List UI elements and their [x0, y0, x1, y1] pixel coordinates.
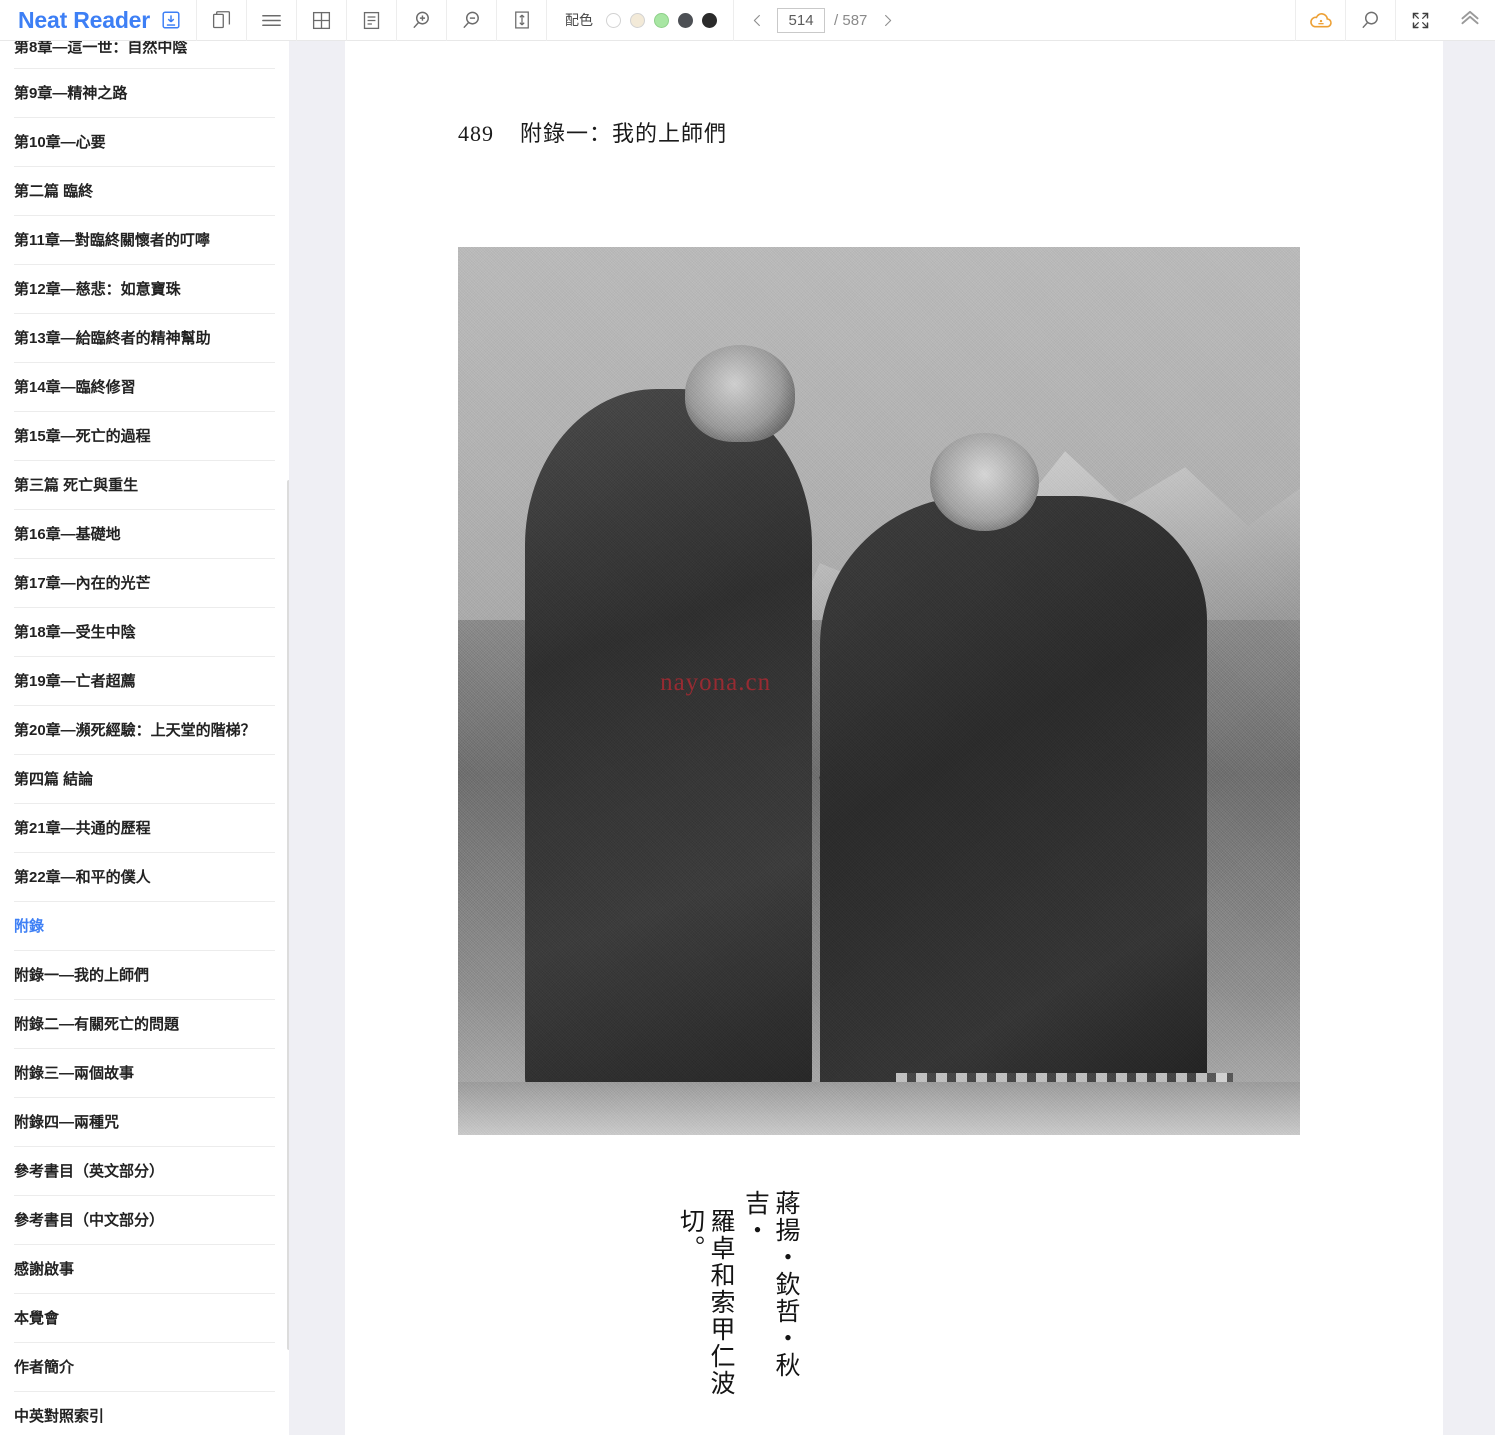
sidebar-item-label: 感謝啟事	[14, 1261, 75, 1278]
sidebar-item-label: 第22章—和平的僕人	[14, 869, 151, 886]
sidebar-item-label: 附錄四—兩種咒	[14, 1114, 120, 1131]
sidebar-item-label: 第三篇 死亡與重生	[14, 477, 139, 494]
sidebar-item[interactable]: 感謝啟事	[0, 1245, 289, 1294]
sidebar-item-label: 參考書目（中文部分）	[14, 1212, 165, 1229]
sidebar-item[interactable]: 第三篇 死亡與重生	[0, 461, 289, 510]
sidebar-item[interactable]: 附錄四—兩種咒	[0, 1098, 289, 1147]
sidebar-item-label: 第17章—內在的光芒	[14, 575, 151, 592]
color-swatch-white[interactable]	[606, 12, 622, 28]
sidebar-item[interactable]: 中英對照索引	[0, 1392, 289, 1435]
running-head-title: 附錄一：我的上師們	[520, 121, 728, 146]
color-swatch-gray[interactable]	[678, 12, 694, 28]
sidebar-item-label: 第10章—心要	[14, 134, 106, 151]
sidebar-item[interactable]: 第19章—亡者超薦	[0, 657, 289, 706]
sidebar-item[interactable]: 第8章—這一世：自然中陰	[0, 41, 289, 69]
sidebar-item[interactable]: 第四篇 結論	[0, 755, 289, 804]
sidebar-item[interactable]: 附錄二—有關死亡的問題	[0, 1000, 289, 1049]
sidebar-item-label: 第16章—基礎地	[14, 526, 121, 543]
sidebar-item-label: 第8章—這一世：自然中陰	[14, 41, 188, 56]
cloud-sync-icon[interactable]	[1295, 0, 1345, 41]
sidebar-item[interactable]: 附錄一—我的上師們	[0, 951, 289, 1000]
sidebar-item[interactable]: 第16章—基礎地	[0, 510, 289, 559]
sidebar-item-label: 作者簡介	[14, 1359, 75, 1376]
color-theme-label: 配色	[565, 12, 594, 28]
page-total-label: / 587	[834, 11, 868, 29]
sidebar-item-label: 第15章—死亡的過程	[14, 428, 151, 445]
sidebar-item-label: 第12章—慈悲：如意寶珠	[14, 281, 181, 298]
sidebar-item-label: 本覺會	[14, 1310, 60, 1327]
sidebar-item[interactable]: 第11章—對臨終關懷者的叮嚀	[0, 216, 289, 265]
collapse-up-icon[interactable]	[1445, 0, 1495, 41]
sidebar-item-label: 附錄	[14, 918, 45, 935]
sidebar-item[interactable]: 第10章—心要	[0, 118, 289, 167]
sidebar-item[interactable]: 第21章—共通的歷程	[0, 804, 289, 853]
fit-height-icon[interactable]	[496, 0, 546, 41]
sidebar-item[interactable]: 附錄三—兩個故事	[0, 1049, 289, 1098]
table-of-contents-sidebar[interactable]: 第8章—這一世：自然中陰 第9章—精神之路 第10章—心要 第二篇 臨終第11章—對臨…	[0, 41, 289, 1435]
sidebar-item[interactable]: 附錄	[0, 902, 289, 951]
chevron-right-icon[interactable]	[876, 7, 898, 33]
sidebar-item[interactable]: 第22章—和平的僕人	[0, 853, 289, 902]
zoom-in-icon[interactable]	[396, 0, 446, 41]
figure-caption: 蔣揚・欽哲・秋吉・ 羅卓和索甲仁波切。	[345, 1190, 800, 1435]
sidebar-item[interactable]: 參考書目（英文部分）	[0, 1147, 289, 1196]
search-icon[interactable]	[1345, 0, 1395, 41]
sidebar-item-label: 附錄二—有關死亡的問題	[14, 1016, 180, 1033]
zoom-out-icon[interactable]	[446, 0, 496, 41]
sidebar-item-label: 第四篇 結論	[14, 771, 94, 788]
sidebar-item[interactable]: 參考書目（中文部分）	[0, 1196, 289, 1245]
sidebar-item-label: 第20章—瀕死經驗：上天堂的階梯？	[14, 722, 256, 739]
color-swatch-green[interactable]	[654, 12, 670, 28]
sidebar-item-label: 附錄三—兩個故事	[14, 1065, 135, 1082]
page-number-input[interactable]	[777, 7, 826, 33]
sidebar-item[interactable]: 本覺會	[0, 1294, 289, 1343]
running-head: 489 附錄一：我的上師們	[458, 116, 1443, 148]
sidebar-item[interactable]: 作者簡介	[0, 1343, 289, 1392]
sidebar-item[interactable]: 第18章—受生中陰	[0, 608, 289, 657]
sidebar-item-label: 第19章—亡者超薦	[14, 673, 136, 690]
color-theme-group: 配色	[546, 0, 733, 41]
library-icon[interactable]	[196, 0, 246, 41]
sidebar-item[interactable]: 第20章—瀕死經驗：上天堂的階梯？	[0, 706, 289, 755]
figure-container: nayona.cn	[458, 247, 1300, 1135]
sidebar-item-label: 第二篇 臨終	[14, 183, 94, 200]
page-number-label: 489	[458, 121, 494, 146]
figure-caption-line-1: 蔣揚・欽哲・秋吉・	[741, 1190, 800, 1379]
fullscreen-icon[interactable]	[1395, 0, 1445, 41]
sidebar-item[interactable]: 第12章—慈悲：如意寶珠	[0, 265, 289, 314]
figure-caption-line-2: 羅卓和索甲仁波切。	[676, 1208, 735, 1397]
sidebar-item[interactable]: 第二篇 臨終	[0, 167, 289, 216]
image-watermark: nayona.cn	[660, 668, 772, 696]
brand-area[interactable]: Neat Reader	[0, 0, 196, 41]
top-toolbar: Neat Reader 配色 514 / 587	[0, 0, 1495, 41]
grid-layout-icon[interactable]	[296, 0, 346, 41]
sidebar-item-label: 第13章—給臨終者的精神幫助	[14, 330, 211, 347]
sidebar-item[interactable]: 第15章—死亡的過程	[0, 412, 289, 461]
sidebar-item[interactable]: 第14章—臨終修習	[0, 363, 289, 412]
save-download-icon[interactable]	[160, 9, 182, 31]
chevron-left-icon[interactable]	[746, 7, 768, 33]
sidebar-item[interactable]: 第13章—給臨終者的精神幫助	[0, 314, 289, 363]
notes-panel-icon[interactable]	[346, 0, 396, 41]
app-title: Neat Reader	[18, 6, 151, 33]
contents-menu-icon[interactable]	[246, 0, 296, 41]
sidebar-item-label: 第18章—受生中陰	[14, 624, 136, 641]
sidebar-item-label: 中英對照索引	[14, 1408, 105, 1425]
sidebar-item[interactable]: 第9章—精神之路	[0, 69, 289, 118]
color-swatch-black[interactable]	[702, 12, 718, 28]
toc-list: 第8章—這一世：自然中陰 第9章—精神之路 第10章—心要 第二篇 臨終第11章—對臨…	[0, 41, 289, 1435]
page-navigator: / 587	[733, 0, 910, 41]
sidebar-item-label: 第9章—精神之路	[14, 85, 128, 102]
sidebar-item-label: 參考書目（英文部分）	[14, 1163, 165, 1180]
sidebar-item-label: 第11章—對臨終關懷者的叮嚀	[14, 232, 210, 249]
photo-film-grain	[458, 247, 1300, 1135]
sidebar-item-label: 附錄一—我的上師們	[14, 967, 150, 984]
photo-two-lamas: nayona.cn	[458, 247, 1300, 1135]
sidebar-item-label: 第21章—共通的歷程	[14, 820, 151, 837]
sidebar-item[interactable]: 第17章—內在的光芒	[0, 559, 289, 608]
sidebar-item-label: 第14章—臨終修習	[14, 379, 136, 396]
color-swatch-sepia[interactable]	[630, 12, 646, 28]
